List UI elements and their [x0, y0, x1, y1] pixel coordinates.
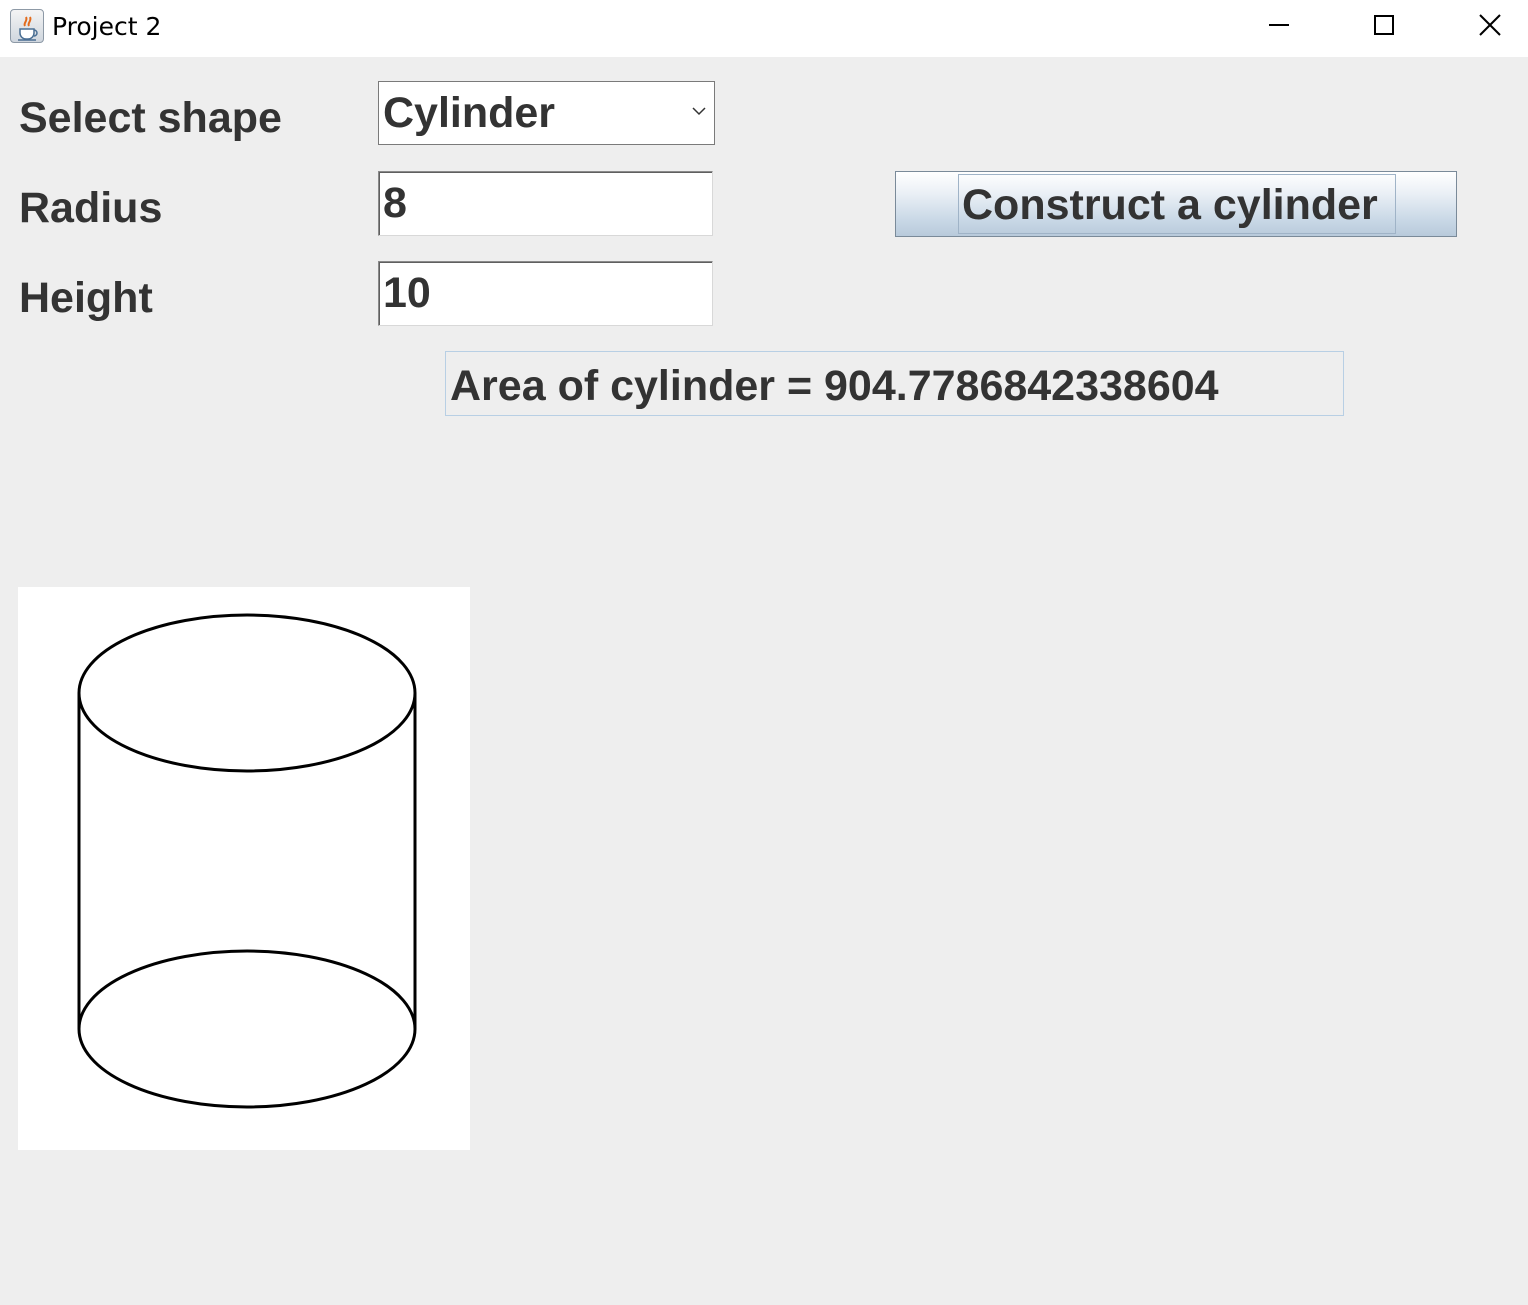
minimize-button[interactable] — [1226, 0, 1330, 52]
cylinder-bottom-back-arc — [77, 949, 417, 1030]
java-cup-icon[interactable] — [10, 9, 44, 43]
height-label: Height — [19, 274, 153, 322]
shape-drawing-panel — [18, 587, 470, 1150]
close-icon — [1479, 14, 1501, 36]
result-display: Area of cylinder = 904.7786842338604 — [445, 351, 1344, 416]
select-shape-label: Select shape — [19, 94, 282, 142]
cylinder-drawing — [77, 613, 417, 1109]
cylinder-top-ellipse — [77, 613, 417, 773]
window-title: Project 2 — [52, 12, 162, 41]
construct-button-label: Construct a cylinder — [962, 181, 1378, 229]
cylinder-bottom-front-arc — [77, 1028, 417, 1109]
minimize-icon — [1269, 24, 1289, 26]
shape-select[interactable]: Cylinder — [378, 81, 715, 145]
close-button[interactable] — [1438, 0, 1528, 52]
app-window: Project 2 Select shape Cylinder Radius H… — [0, 0, 1528, 1305]
radius-label: Radius — [19, 184, 163, 232]
maximize-button[interactable] — [1332, 0, 1436, 52]
maximize-icon — [1374, 15, 1394, 35]
shape-select-value: Cylinder — [383, 89, 556, 137]
height-input[interactable] — [378, 261, 713, 326]
construct-button[interactable]: Construct a cylinder — [895, 171, 1457, 237]
title-bar[interactable]: Project 2 — [0, 0, 1528, 57]
radius-input[interactable] — [378, 171, 713, 236]
result-text: Area of cylinder = 904.7786842338604 — [450, 362, 1219, 410]
chevron-down-icon — [692, 107, 706, 116]
